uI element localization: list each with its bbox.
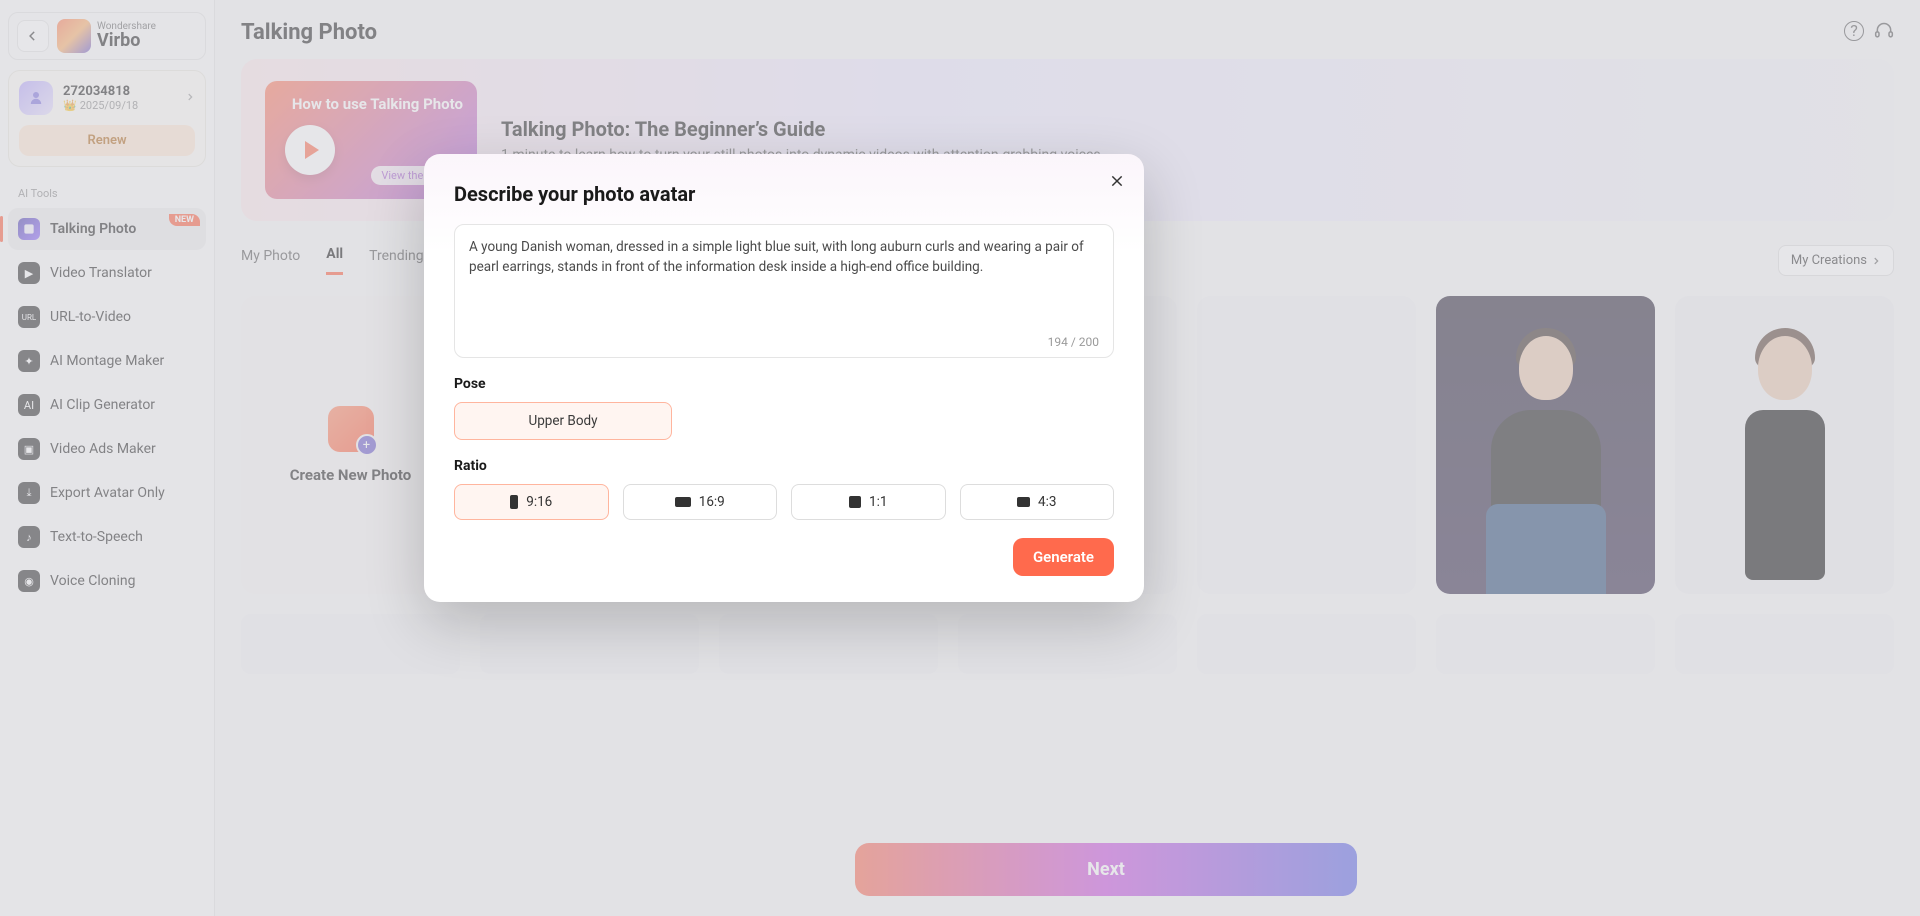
- ratio-9-16[interactable]: 9:16: [454, 484, 609, 520]
- ratio-label: Ratio: [454, 458, 1114, 474]
- ratio-icon: [510, 495, 518, 509]
- ratio-16-9[interactable]: 16:9: [623, 484, 778, 520]
- ratio-label-text: 4:3: [1038, 494, 1056, 510]
- modal-title: Describe your photo avatar: [454, 182, 1114, 206]
- char-counter: 194 / 200: [1048, 335, 1099, 349]
- description-input[interactable]: [469, 237, 1099, 329]
- describe-avatar-modal: Describe your photo avatar 194 / 200 Pos…: [424, 154, 1144, 602]
- ratio-label-text: 9:16: [526, 494, 552, 510]
- ratio-label-text: 1:1: [869, 494, 887, 510]
- ratio-label-text: 16:9: [699, 494, 725, 510]
- ratio-icon: [849, 496, 861, 508]
- ratio-options: 9:16 16:9 1:1 4:3: [454, 484, 1114, 520]
- ratio-icon: [675, 497, 691, 507]
- ratio-icon: [1017, 497, 1030, 507]
- pose-upper-body[interactable]: Upper Body: [454, 402, 672, 440]
- generate-button[interactable]: Generate: [1013, 538, 1114, 576]
- close-button[interactable]: [1104, 168, 1130, 194]
- ratio-4-3[interactable]: 4:3: [960, 484, 1115, 520]
- description-box: 194 / 200: [454, 224, 1114, 358]
- pose-label: Pose: [454, 376, 1114, 392]
- close-icon: [1109, 173, 1125, 189]
- ratio-1-1[interactable]: 1:1: [791, 484, 946, 520]
